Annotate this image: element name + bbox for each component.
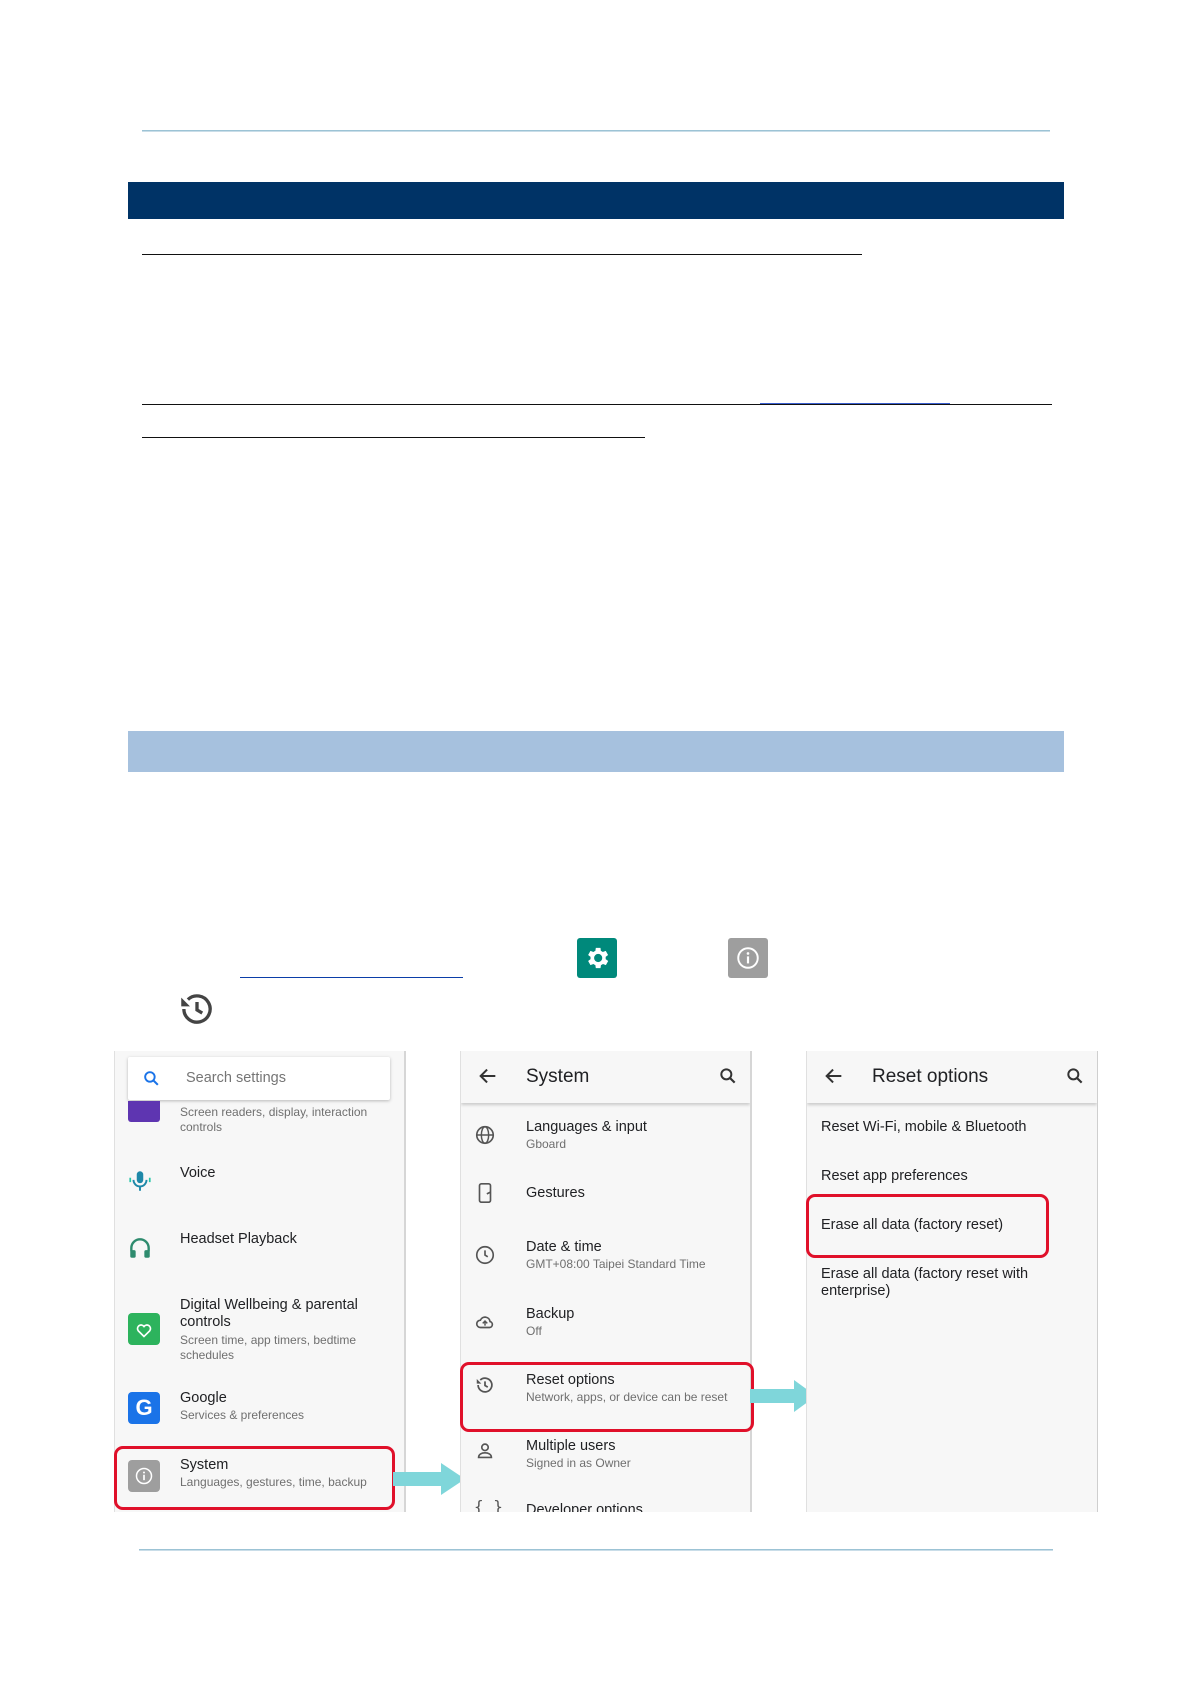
google-icon: G (128, 1392, 160, 1424)
gear-icon (577, 938, 617, 978)
search-icon[interactable] (1065, 1066, 1085, 1086)
history-icon (176, 988, 218, 1035)
page-title: System (526, 1066, 590, 1087)
wellbeing-icon (128, 1313, 160, 1345)
info-icon (728, 938, 768, 978)
page-title: Reset options (872, 1066, 989, 1087)
person-icon (477, 1443, 493, 1459)
link-underline[interactable] (240, 977, 463, 978)
footer-rule (139, 1549, 1053, 1551)
header-rule (142, 130, 1050, 132)
back-arrow-icon[interactable] (823, 1065, 845, 1087)
phone-gesture-icon (478, 1183, 492, 1203)
link-underline (760, 403, 950, 404)
cloud-upload-icon (475, 1316, 494, 1329)
subsection-heading-band (128, 731, 1064, 772)
back-arrow-icon[interactable] (477, 1065, 499, 1087)
section-heading-band (128, 182, 1064, 219)
app-bar: Reset options (807, 1051, 1097, 1103)
arrow-right-icon (393, 1463, 465, 1495)
search-icon (144, 1071, 159, 1086)
highlight-box (460, 1362, 754, 1432)
braces-icon: { } (474, 1497, 503, 1512)
clock-icon (475, 1245, 495, 1265)
underline-rule (142, 404, 1052, 405)
mic-icon (129, 1171, 151, 1191)
globe-icon (475, 1125, 495, 1145)
highlight-box (806, 1194, 1049, 1258)
underline-rule (142, 437, 645, 438)
headset-icon (130, 1238, 150, 1258)
search-icon[interactable] (718, 1066, 738, 1086)
accessibility-icon (128, 1101, 160, 1122)
system-screen: System Languages & input Gboard Gestures… (460, 1051, 752, 1512)
search-input[interactable]: Search settings (186, 1070, 286, 1086)
reset-options-screen: Reset options Reset Wi-Fi, mobile & Blue… (806, 1051, 1098, 1512)
underline-rule (142, 254, 862, 255)
app-bar: System (461, 1051, 750, 1103)
search-bar[interactable]: Search settings (128, 1057, 390, 1100)
highlight-box (114, 1446, 395, 1510)
settings-screen: Search settings Screen readers, display,… (114, 1051, 406, 1512)
